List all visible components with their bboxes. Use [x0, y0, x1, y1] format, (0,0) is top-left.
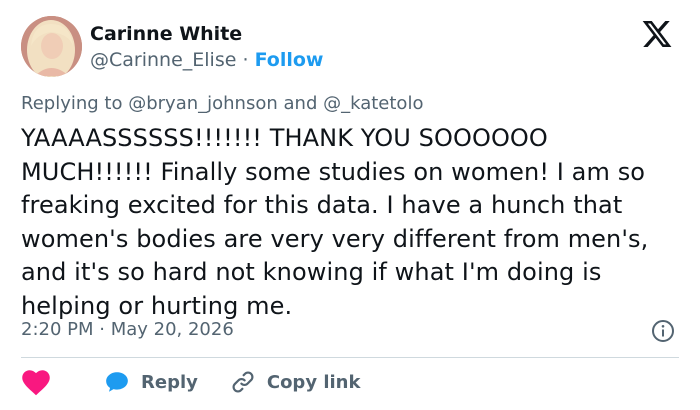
- link-icon: [232, 371, 254, 393]
- follow-button[interactable]: Follow: [255, 49, 324, 71]
- avatar[interactable]: [21, 16, 82, 77]
- divider: [21, 357, 679, 358]
- author-name[interactable]: Carinne White: [90, 22, 242, 46]
- tweet-card: Carinne White @Carinne_Elise · Follow Re…: [0, 0, 700, 410]
- copy-link-label: Copy link: [266, 371, 361, 393]
- heart-icon[interactable]: [21, 368, 51, 396]
- author-handle[interactable]: @Carinne_Elise: [90, 49, 236, 71]
- replying-conjunction: and: [283, 93, 318, 114]
- mention-katetolo[interactable]: @_katetolo: [323, 93, 423, 114]
- separator-dot: ·: [242, 49, 249, 71]
- reply-label: Reply: [141, 371, 198, 393]
- copy-link-button[interactable]: Copy link: [230, 369, 361, 395]
- mention-bryan-johnson[interactable]: @bryan_johnson: [128, 93, 278, 114]
- info-icon[interactable]: [651, 319, 675, 343]
- action-bar: Reply Copy link: [21, 367, 360, 397]
- author-handle-row: @Carinne_Elise · Follow: [90, 48, 323, 72]
- reply-button[interactable]: Reply: [104, 369, 198, 395]
- x-logo-icon[interactable]: [640, 18, 674, 50]
- tweet-timestamp[interactable]: 2:20 PM · May 20, 2026: [21, 318, 234, 342]
- speech-bubble-icon: [106, 372, 128, 392]
- tweet-text: YAAAASSSSSS!!!!!!! THANK YOU SOOOOOO MUC…: [21, 124, 649, 320]
- profile-photo: [21, 16, 82, 77]
- reply-context: Replying to @bryan_johnson and @_katetol…: [21, 92, 423, 116]
- replying-prefix: Replying to: [21, 93, 123, 114]
